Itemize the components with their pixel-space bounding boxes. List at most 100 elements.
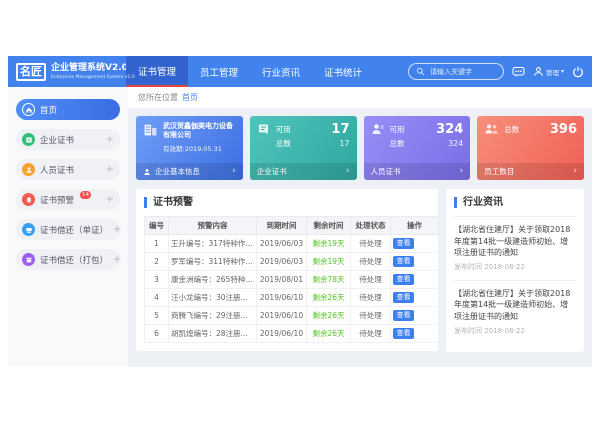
sidebar-item-label: 人员证书 <box>40 164 74 176</box>
lend-single-icon <box>22 223 35 236</box>
cell-status: 待处理 <box>351 253 391 271</box>
breadcrumb-home-link[interactable]: 首页 <box>182 92 198 103</box>
logo-mark: 名匠 <box>16 63 46 81</box>
company-validity: 有效期:2019.05.31 <box>163 143 236 153</box>
app-subtitle: Enterprise Management System v2.0 <box>51 75 111 80</box>
total-label: 总数 <box>276 138 291 149</box>
view-button[interactable]: 查看 <box>393 310 414 321</box>
card-company-info[interactable]: 武汉贺鑫伽美电力设备有限公司 有效期:2019.05.31 企业基本信息 › <box>136 116 243 180</box>
cell-id: 5 <box>145 307 169 325</box>
view-button[interactable]: 查看 <box>393 274 414 285</box>
table-row: 4 汪小龙编号：30注册类人... 2019/06/10 剩余26天 待处理 查… <box>145 289 439 307</box>
card-employees-top: 总数 396 <box>477 116 584 163</box>
table-row: 2 罗军编号：311特种作业... 2019/06/03 剩余19天 待处理 查… <box>145 253 439 271</box>
sidebar: 首页 企业证书 + 人员证书 + 证书预警 1 <box>8 87 128 367</box>
card-enterprise-labels: 可用 总数 <box>276 122 291 163</box>
tab-industry-news[interactable]: 行业资讯 <box>250 56 312 87</box>
cell-id: 4 <box>145 289 169 307</box>
table-row: 5 商腾飞编号：29注册类人... 2019/06/10 剩余26天 待处理 查… <box>145 307 439 325</box>
tab-employee-management[interactable]: 员工管理 <box>188 56 250 87</box>
view-button[interactable]: 查看 <box>393 292 414 303</box>
cell-actions: 查看处理 <box>391 235 439 253</box>
card-employees[interactable]: 总数 396 员工数目 › <box>477 116 584 180</box>
card-footer-label: 人员证书 <box>371 166 401 177</box>
user-label: 管理 <box>546 67 559 77</box>
sidebar-item-label: 证书预警 <box>40 194 74 206</box>
card-company-top: 武汉贺鑫伽美电力设备有限公司 有效期:2019.05.31 <box>136 116 243 163</box>
tab-cert-management[interactable]: 证书管理 <box>126 56 188 87</box>
sidebar-item-enterprise-cert[interactable]: 企业证书 + <box>16 129 120 150</box>
search-input[interactable] <box>428 67 496 77</box>
news-item-title: 【湖北省住建厅】关于领取2018年度第14批一级建造师初始、增项注册证书的通知 <box>454 288 576 323</box>
col-actions: 操作 <box>391 217 439 235</box>
expand-plus-icon[interactable]: + <box>106 165 114 175</box>
card-personnel-labels: 可用 总数 <box>390 122 405 163</box>
breadcrumb: 您所在位置 首页 <box>128 87 592 108</box>
card-enterprise-footer[interactable]: 企业证书 › <box>250 163 357 180</box>
logout-power-icon[interactable] <box>572 66 584 78</box>
personnel-cert-icon <box>22 163 35 176</box>
tab-cert-statistics[interactable]: 证书统计 <box>312 56 374 87</box>
col-expire: 到期时间 <box>257 217 307 235</box>
certificate-icon <box>257 122 271 163</box>
expand-plus-icon[interactable]: + <box>113 255 121 265</box>
view-button[interactable]: 查看 <box>393 328 414 339</box>
card-personnel-footer[interactable]: 人员证书 › <box>364 163 471 180</box>
alert-bell-icon <box>22 193 35 206</box>
user-menu[interactable]: 管理 ▾ <box>533 66 564 77</box>
sidebar-item-lend-single[interactable]: 证书借还（单证） + <box>16 219 120 240</box>
sidebar-item-label: 证书借还（单证） <box>40 224 108 236</box>
col-content: 预警内容 <box>169 217 257 235</box>
expand-plus-icon[interactable]: + <box>106 135 114 145</box>
cell-status: 待处理 <box>351 307 391 325</box>
search-box[interactable] <box>408 63 504 80</box>
card-enterprise-top: 可用 总数 17 17 <box>250 116 357 163</box>
cell-actions: 查看处理 <box>391 307 439 325</box>
news-item[interactable]: 【湖北省住建厅】关于领取2018年度第14批一级建造师初始、增项注册证书的通知 … <box>454 216 576 280</box>
user-icon <box>533 66 544 77</box>
sidebar-item-home[interactable]: 首页 <box>16 99 120 120</box>
available-value: 17 <box>331 123 349 136</box>
cell-expire: 2019/06/10 <box>257 307 307 325</box>
cell-remain: 剩余19天 <box>307 235 351 253</box>
logo-text: 企业管理系统V2.0 Enterprise Management System … <box>51 64 118 80</box>
chevron-right-icon: › <box>460 167 464 176</box>
card-personnel-certs[interactable]: 可用 总数 324 324 人员证书 › <box>364 116 471 180</box>
table-row: 3 康金洲编号：265特种作... 2019/08/01 剩余78天 待处理 查… <box>145 271 439 289</box>
home-icon <box>22 103 35 116</box>
cell-id: 1 <box>145 235 169 253</box>
cell-id: 2 <box>145 253 169 271</box>
card-personnel-top: 可用 总数 324 324 <box>364 116 471 163</box>
view-button[interactable]: 查看 <box>393 238 414 249</box>
cell-expire: 2019/06/03 <box>257 253 307 271</box>
header-actions: 管理 ▾ <box>408 56 592 87</box>
lend-package-icon <box>22 253 35 266</box>
view-button[interactable]: 查看 <box>393 256 414 267</box>
card-company-footer[interactable]: 企业基本信息 › <box>136 163 243 180</box>
total-value: 17 <box>331 139 349 148</box>
cell-actions: 查看处理 <box>391 289 439 307</box>
user-small-icon <box>143 168 151 176</box>
card-employees-labels: 总数 <box>504 122 519 163</box>
expand-plus-icon[interactable]: + <box>113 225 121 235</box>
top-header: 名匠 企业管理系统V2.0 Enterprise Management Syst… <box>8 56 592 87</box>
sidebar-item-lend-package[interactable]: 证书借还（打包） + <box>16 249 120 270</box>
card-enterprise-certs[interactable]: 可用 总数 17 17 企业证书 › <box>250 116 357 180</box>
cell-actions: 查看处理 <box>391 325 439 343</box>
cell-content: 胡凯煌编号：28注册类人... <box>169 325 257 343</box>
sidebar-item-personnel-cert[interactable]: 人员证书 + <box>16 159 120 180</box>
table-row: 1 王升编号：317特种作业... 2019/06/03 剩余19天 待处理 查… <box>145 235 439 253</box>
sidebar-item-cert-alert[interactable]: 证书预警 14 + <box>16 189 120 210</box>
card-employees-footer[interactable]: 员工数目 › <box>477 163 584 180</box>
cell-expire: 2019/08/01 <box>257 271 307 289</box>
cell-content: 王升编号：317特种作业... <box>169 235 257 253</box>
message-icon[interactable] <box>512 66 525 78</box>
app-logo: 名匠 企业管理系统V2.0 Enterprise Management Syst… <box>8 56 126 87</box>
cell-remain: 剩余26天 <box>307 289 351 307</box>
col-remain: 剩余时间 <box>307 217 351 235</box>
industry-news-title: 行业资讯 <box>454 197 576 208</box>
expand-plus-icon[interactable]: + <box>106 195 114 205</box>
news-item[interactable]: 【湖北省住建厅】关于领取2018年度第14批一级建造师初始、增项注册证书的通知 … <box>454 280 576 344</box>
card-personnel-values: 324 324 <box>436 122 463 163</box>
chevron-right-icon: › <box>573 167 577 176</box>
